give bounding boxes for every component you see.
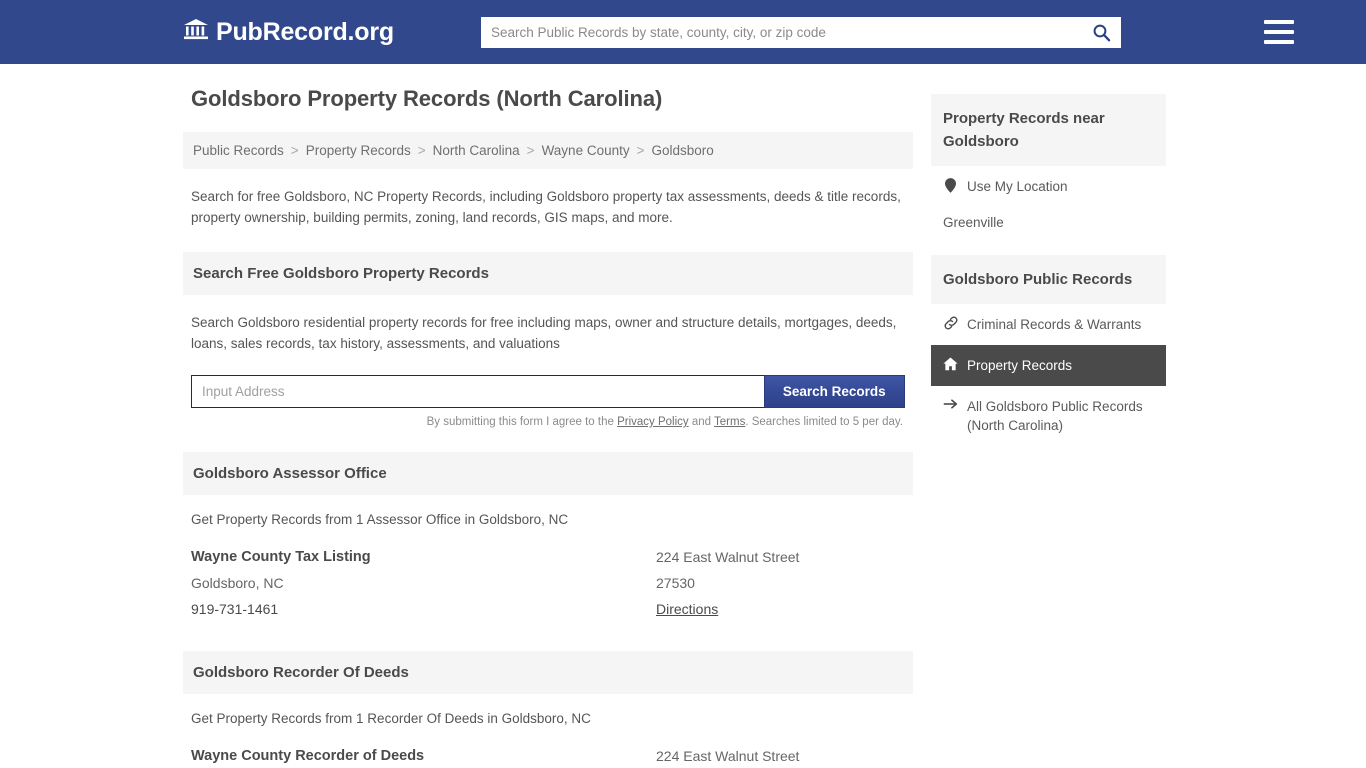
hamburger-menu-icon[interactable] bbox=[1263, 20, 1294, 44]
office-section-recorder: Goldsboro Recorder Of Deeds Get Property… bbox=[183, 651, 913, 768]
sidebar: Property Records near Goldsboro Use My L… bbox=[931, 86, 1166, 446]
search-icon[interactable] bbox=[1091, 21, 1113, 43]
sidebar-city-label: Greenville bbox=[943, 215, 1004, 230]
search-section-body: Search Goldsboro residential property re… bbox=[183, 295, 913, 428]
breadcrumb-separator: > bbox=[526, 143, 535, 158]
hamburger-bar bbox=[1263, 30, 1294, 34]
office-street: 224 East Walnut Street bbox=[656, 748, 800, 764]
office-section-description: Get Property Records from 1 Recorder Of … bbox=[191, 711, 591, 726]
sidebar-item-label: Criminal Records & Warrants bbox=[967, 317, 1142, 332]
breadcrumb: Public Records > Property Records > Nort… bbox=[183, 132, 913, 169]
sidebar-item-property-records[interactable]: Property Records bbox=[931, 345, 1166, 386]
breadcrumb-item-public-records[interactable]: Public Records bbox=[193, 143, 284, 158]
sidebar-nearby-heading: Property Records near Goldsboro bbox=[931, 94, 1166, 166]
office-entry: Wayne County Recorder of Deeds Goldsboro… bbox=[183, 726, 913, 768]
site-logo-text: PubRecord.org bbox=[216, 17, 394, 46]
sidebar-nearby-city-greenville[interactable]: Greenville bbox=[931, 207, 1166, 240]
site-logo[interactable]: PubRecord.org bbox=[183, 17, 394, 48]
office-name: Wayne County Recorder of Deeds bbox=[191, 748, 425, 764]
office-street: 224 East Walnut Street bbox=[656, 549, 800, 565]
header-search-wrap bbox=[480, 16, 1294, 48]
breadcrumb-separator: > bbox=[417, 143, 426, 158]
sidebar-item-label: All Goldsboro Public Records (North Caro… bbox=[967, 399, 1143, 433]
search-section-heading: Search Free Goldsboro Property Records bbox=[183, 252, 913, 295]
sidebar-item-label: Property Records bbox=[967, 358, 1073, 373]
map-pin-icon bbox=[943, 177, 958, 193]
office-entry: Wayne County Tax Listing Goldsboro, NC 9… bbox=[183, 527, 913, 627]
office-phone: 919-731-1461 bbox=[191, 601, 279, 617]
sidebar-item-label: Use My Location bbox=[967, 179, 1068, 194]
breadcrumb-separator: > bbox=[636, 143, 645, 158]
breadcrumb-item-north-carolina[interactable]: North Carolina bbox=[433, 143, 520, 158]
sidebar-item-all-public-records[interactable]: All Goldsboro Public Records (North Caro… bbox=[931, 386, 1166, 446]
main-content: Goldsboro Property Records (North Caroli… bbox=[183, 86, 913, 768]
office-directions-link[interactable]: Directions bbox=[656, 601, 718, 617]
office-entry-left: Wayne County Recorder of Deeds Goldsboro… bbox=[191, 748, 656, 768]
office-section-assessor: Goldsboro Assessor Office Get Property R… bbox=[183, 452, 913, 627]
search-records-button[interactable]: Search Records bbox=[763, 375, 905, 408]
home-icon bbox=[943, 356, 958, 371]
search-section: Search Free Goldsboro Property Records S… bbox=[183, 252, 913, 428]
office-city-state: Goldsboro, NC bbox=[191, 575, 284, 591]
office-section-heading: Goldsboro Recorder Of Deeds bbox=[183, 651, 913, 694]
office-section-description: Get Property Records from 1 Assessor Off… bbox=[191, 512, 569, 527]
breadcrumb-item-property-records[interactable]: Property Records bbox=[306, 143, 411, 158]
header-inner: PubRecord.org bbox=[183, 0, 1294, 64]
terms-link[interactable]: Terms bbox=[714, 416, 745, 428]
site-header: PubRecord.org bbox=[0, 0, 1366, 64]
arrow-right-icon bbox=[943, 397, 958, 410]
disclaimer-mid: and bbox=[688, 416, 715, 428]
sidebar-public-records-heading: Goldsboro Public Records bbox=[931, 255, 1166, 304]
office-entry-left: Wayne County Tax Listing Goldsboro, NC 9… bbox=[191, 549, 656, 627]
office-section-heading: Goldsboro Assessor Office bbox=[183, 452, 913, 495]
sidebar-item-criminal-records[interactable]: Criminal Records & Warrants bbox=[931, 304, 1166, 345]
hamburger-bar bbox=[1263, 40, 1294, 44]
bank-building-icon bbox=[183, 17, 209, 48]
privacy-policy-link[interactable]: Privacy Policy bbox=[617, 416, 689, 428]
breadcrumb-separator: > bbox=[290, 143, 299, 158]
office-entry-right: 224 East Walnut Street 27530 Directions bbox=[656, 748, 905, 768]
search-section-description: Search Goldsboro residential property re… bbox=[191, 315, 897, 351]
page-title: Goldsboro Property Records (North Caroli… bbox=[191, 86, 663, 111]
hamburger-bar bbox=[1263, 20, 1294, 24]
office-entry-right: 224 East Walnut Street 27530 Directions bbox=[656, 549, 905, 627]
page-container: Goldsboro Property Records (North Caroli… bbox=[183, 64, 1183, 768]
address-search-form: Search Records bbox=[191, 375, 905, 408]
header-search-input[interactable] bbox=[480, 16, 1121, 48]
link-chain-icon bbox=[943, 315, 958, 330]
disclaimer-prefix: By submitting this form I agree to the bbox=[426, 416, 618, 428]
form-disclaimer: By submitting this form I agree to the P… bbox=[191, 416, 905, 428]
address-input[interactable] bbox=[191, 375, 764, 408]
sidebar-item-use-my-location[interactable]: Use My Location bbox=[931, 166, 1166, 207]
breadcrumb-item-wayne-county[interactable]: Wayne County bbox=[542, 143, 630, 158]
office-zip: 27530 bbox=[656, 575, 695, 591]
office-name: Wayne County Tax Listing bbox=[191, 549, 371, 565]
disclaimer-suffix: . Searches limited to 5 per day. bbox=[745, 416, 903, 428]
page-intro-text: Search for free Goldsboro, NC Property R… bbox=[191, 189, 901, 225]
breadcrumb-item-goldsboro[interactable]: Goldsboro bbox=[652, 143, 714, 158]
